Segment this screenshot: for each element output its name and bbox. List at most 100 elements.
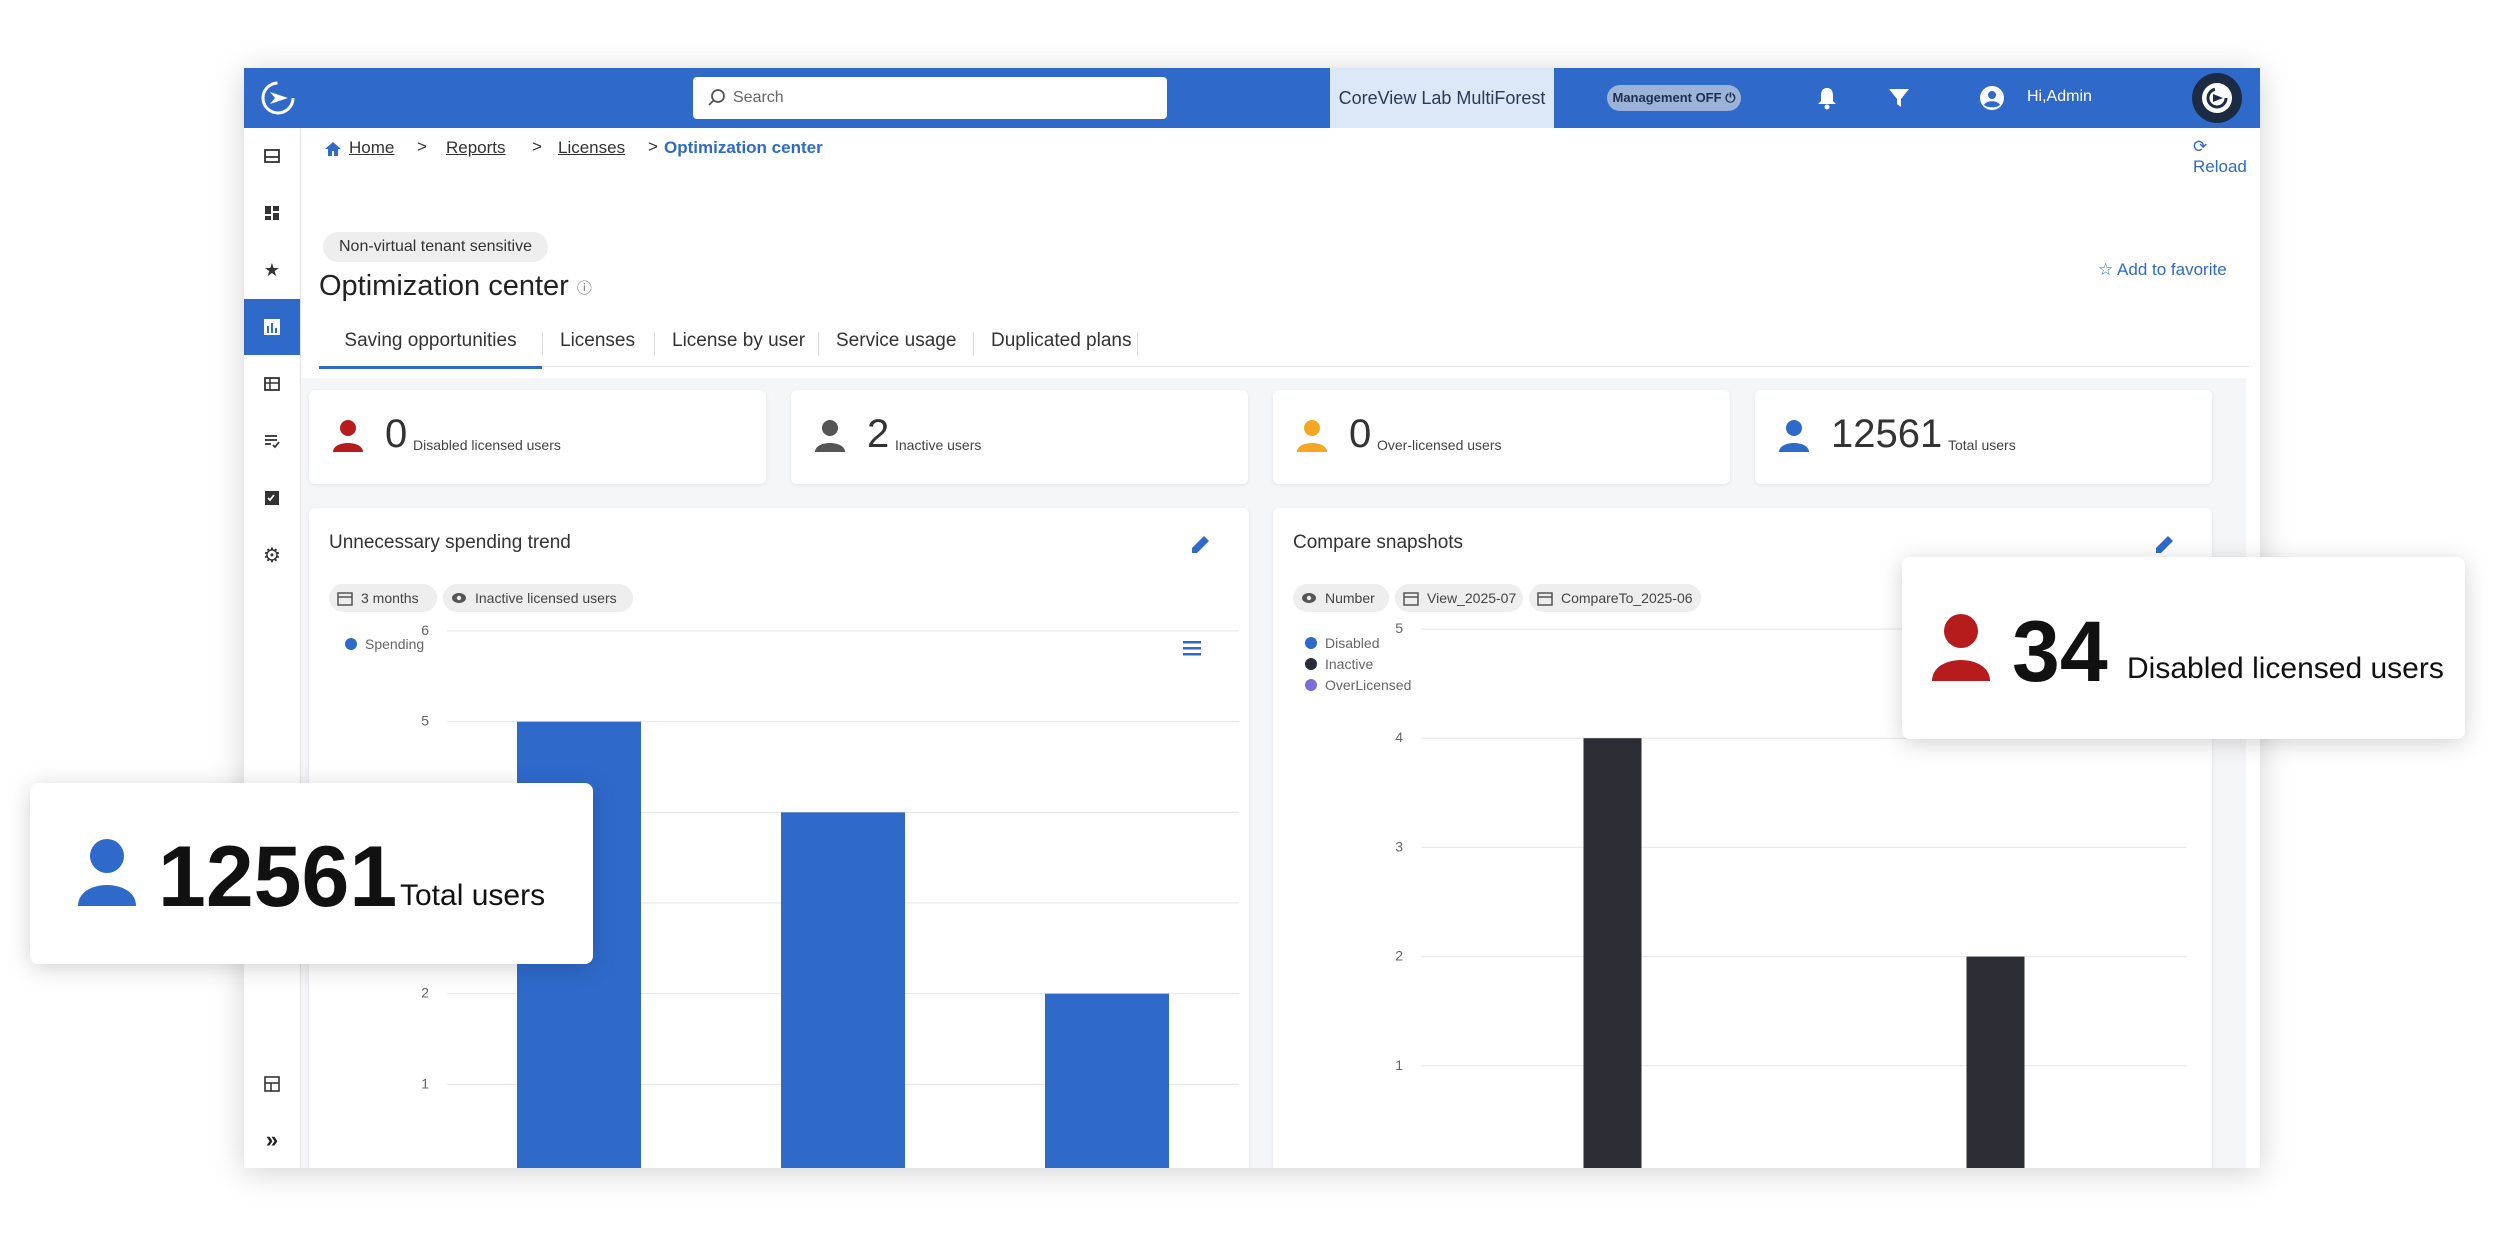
stat-label: Inactive users <box>895 437 982 453</box>
star-outline-icon: ☆ <box>2098 260 2114 279</box>
legend-marker <box>1305 658 1317 670</box>
sidebar: ★ ⚙ » <box>244 128 301 1168</box>
task-list-icon <box>265 435 280 449</box>
dashboard-content: 0 Disabled licensed users 2 Inactive use… <box>301 378 2246 1168</box>
stat-label: Over-licensed users <box>1377 437 1502 453</box>
tenant-sensitivity-chip: Non-virtual tenant sensitive <box>323 232 548 262</box>
legend-label: OverLicensed <box>1325 677 1411 693</box>
sidebar-item-inbox[interactable] <box>244 128 300 184</box>
dashboard-icon <box>265 206 279 220</box>
management-label: Management OFF <box>1612 90 1722 105</box>
legend-label: Disabled <box>1325 635 1379 651</box>
sidebar-expand-button[interactable]: » <box>244 1112 300 1168</box>
y-tick-label: 1 <box>421 1075 429 1091</box>
layout-icon <box>264 1076 280 1092</box>
coreview-logo-icon[interactable] <box>258 78 298 118</box>
sidebar-item-layout[interactable] <box>244 1056 300 1112</box>
info-icon[interactable]: ⓘ <box>577 280 592 297</box>
tenant-selector[interactable]: CoreView Lab MultiForest <box>1330 68 1554 128</box>
stat-value: 2 <box>867 412 890 456</box>
tab-divider <box>654 332 655 356</box>
tab-bar: Saving opportunities Licenses License by… <box>319 322 2249 369</box>
page-title: Optimization center ⓘ <box>319 270 592 303</box>
y-tick-label: 5 <box>421 713 429 729</box>
star-icon: ★ <box>263 259 281 280</box>
bell-icon[interactable] <box>1814 85 1840 111</box>
bar-chart-icon <box>264 319 280 335</box>
overlay-value: 12561 <box>158 829 398 925</box>
user-icon <box>333 420 363 452</box>
tab-divider <box>818 332 819 356</box>
legend-marker <box>1305 679 1317 691</box>
overlay-card-disabled-users: 34 Disabled licensed users <box>1902 557 2465 739</box>
bar-inactive <box>1966 956 2025 1168</box>
chart-menu-icon[interactable] <box>1181 638 1203 658</box>
user-icon <box>1932 614 1990 681</box>
sidebar-item-tasks[interactable] <box>244 413 300 469</box>
user-circle-icon[interactable] <box>1979 85 2005 111</box>
search-input[interactable]: Search <box>693 77 1167 119</box>
add-to-favorite-button[interactable]: ☆ Add to favorite <box>2098 260 2227 280</box>
overlay-label: Disabled licensed users <box>2127 652 2444 685</box>
breadcrumb-home[interactable]: Home <box>349 138 394 158</box>
tab-licenses[interactable]: Licenses <box>560 330 635 366</box>
legend-label: Inactive <box>1325 656 1373 672</box>
avatar[interactable] <box>2192 73 2242 123</box>
stat-label: Total users <box>1948 437 2016 453</box>
tab-divider <box>1137 332 1138 356</box>
overlay-card-total-users: 12561 Total users <box>30 783 593 964</box>
refresh-icon: ⟳ <box>2193 137 2208 156</box>
gear-icon: ⚙ <box>263 544 281 567</box>
legend-marker <box>1305 637 1317 649</box>
stat-card-total-users[interactable]: 12561 Total users <box>1755 390 2212 484</box>
user-icon <box>815 420 845 452</box>
double-chevron-right-icon: » <box>265 1127 279 1152</box>
tab-duplicated-plans[interactable]: Duplicated plans <box>991 330 1131 366</box>
checklist-icon <box>265 491 279 505</box>
reload-button[interactable]: ⟳ Reload <box>2193 137 2260 177</box>
table-icon <box>264 377 280 391</box>
home-icon[interactable] <box>324 140 342 158</box>
bar-spending <box>1045 993 1169 1168</box>
user-icon <box>1297 420 1327 452</box>
sidebar-item-favorites[interactable]: ★ <box>244 242 300 298</box>
management-toggle[interactable]: Management OFF ⏻ <box>1607 85 1741 111</box>
sidebar-item-dashboard[interactable] <box>244 185 300 241</box>
breadcrumb-reports[interactable]: Reports <box>446 138 506 158</box>
tab-service-usage[interactable]: Service usage <box>836 330 956 366</box>
stat-card-over-licensed[interactable]: 0 Over-licensed users <box>1273 390 1730 484</box>
sidebar-item-table[interactable] <box>244 356 300 412</box>
search-placeholder: Search <box>733 89 784 106</box>
y-tick-label: 0 <box>1395 1166 1403 1168</box>
sidebar-item-settings[interactable]: ⚙ <box>244 527 300 583</box>
reload-label: Reload <box>2193 157 2247 176</box>
legend-label: Spending <box>365 636 424 652</box>
y-tick-label: 3 <box>1395 838 1403 854</box>
user-greeting[interactable]: Hi,Admin <box>2027 88 2092 106</box>
breadcrumb-licenses[interactable]: Licenses <box>558 138 625 158</box>
breadcrumb-current: Optimization center <box>664 138 823 157</box>
tab-license-by-user[interactable]: License by user <box>672 330 805 366</box>
overlay-label: Total users <box>400 879 546 912</box>
y-tick-label: 4 <box>1395 729 1403 745</box>
stat-card-inactive[interactable]: 2 Inactive users <box>791 390 1248 484</box>
y-tick-label: 1 <box>1395 1057 1403 1073</box>
stat-card-disabled[interactable]: 0 Disabled licensed users <box>309 390 766 484</box>
y-tick-label: 5 <box>1395 620 1403 636</box>
page-title-text: Optimization center <box>319 270 569 302</box>
sidebar-item-reports[interactable] <box>244 299 300 355</box>
bar-spending <box>781 812 905 1168</box>
breadcrumb-separator: > <box>532 137 542 156</box>
top-bar: Search CoreView Lab MultiForest Manageme… <box>244 68 2260 128</box>
y-tick-label: 2 <box>1395 948 1403 964</box>
sidebar-item-audit[interactable] <box>244 470 300 526</box>
stat-value: 12561 <box>1831 412 1943 456</box>
breadcrumb-separator: > <box>648 137 658 156</box>
power-icon: ⏻ <box>1725 90 1736 105</box>
y-tick-label: 0 <box>421 1166 429 1168</box>
stat-value: 0 <box>1349 412 1372 456</box>
tab-divider <box>542 332 543 356</box>
filter-icon[interactable] <box>1886 85 1912 111</box>
user-icon <box>78 839 136 906</box>
tab-saving-opportunities[interactable]: Saving opportunities <box>319 330 542 369</box>
